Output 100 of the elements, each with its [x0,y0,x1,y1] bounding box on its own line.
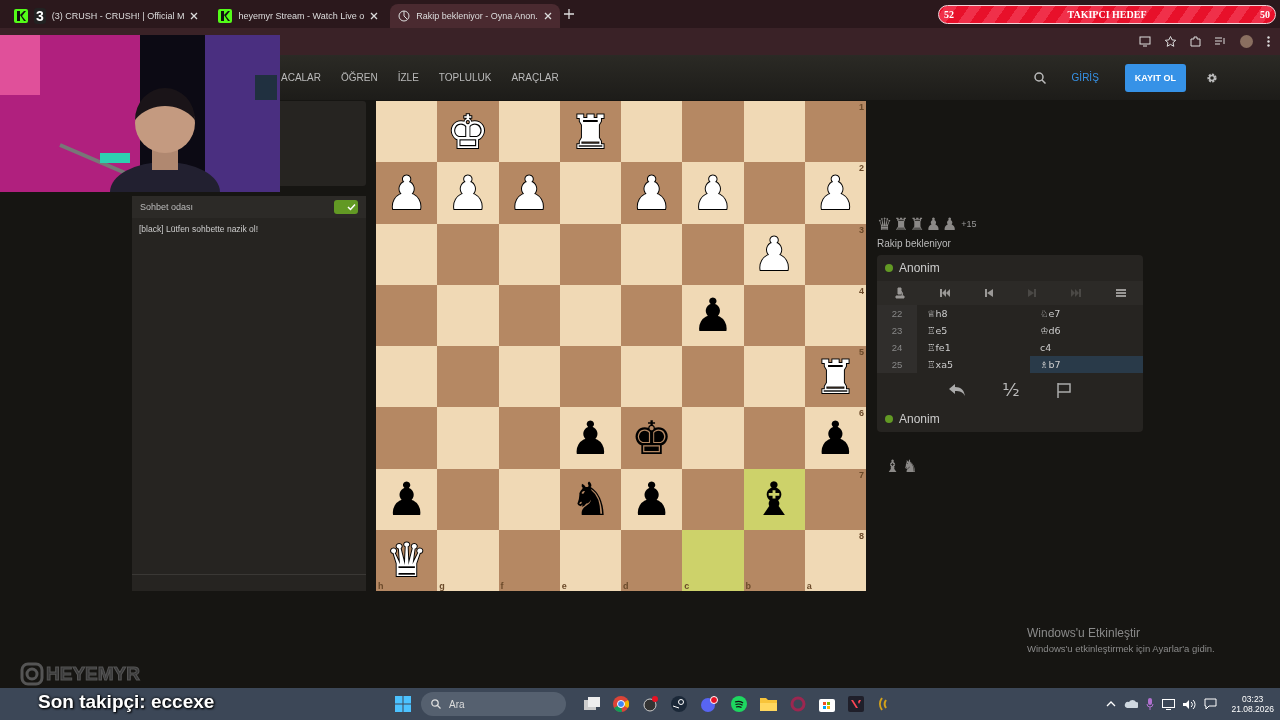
first-move-icon[interactable] [938,287,951,299]
move[interactable]: ♖xa5 [917,356,1030,373]
chess-piece[interactable]: ♚ [631,414,673,461]
chess-piece[interactable]: ♟ [814,414,856,461]
folder-icon[interactable] [760,697,777,711]
board-square[interactable] [743,101,805,163]
move[interactable]: ♘e7 [1030,305,1143,322]
task-view-icon[interactable] [584,697,600,711]
store-icon[interactable] [819,696,835,712]
move[interactable]: c4 [1030,339,1143,356]
close-icon[interactable] [370,12,379,20]
menu-icon[interactable] [1114,287,1127,299]
game-status: Rakip bekleniyor [877,238,952,249]
board-square[interactable]: c [682,529,744,591]
settings-icon[interactable] [1206,71,1218,84]
player-name[interactable]: Anonim [899,261,940,275]
board-square[interactable] [621,223,683,285]
board-square[interactable] [559,223,621,285]
board-square[interactable]: ♝ [743,468,805,530]
board-square[interactable]: ♟ [621,468,683,530]
board-square[interactable]: e [559,529,621,591]
board-square[interactable]: g [437,529,499,591]
app-icon[interactable] [642,696,658,712]
taskbar-search[interactable]: Ara [421,692,566,716]
board-square[interactable] [498,468,560,530]
chat-bubble-icon[interactable] [1204,698,1218,710]
install-app-icon[interactable] [1139,36,1151,47]
move[interactable]: ♕h8 [917,305,1030,322]
move[interactable]: ♖e5 [917,322,1030,339]
windows-start-icon[interactable] [395,696,411,712]
captured-piece: ♞ [902,456,918,476]
board-square[interactable]: ♟ [559,407,621,469]
game-app-icon[interactable] [848,696,864,712]
nav-link[interactable]: ÖĞREN [341,72,378,83]
media-control-icon[interactable] [1215,37,1226,46]
board-square[interactable]: ♚ [621,407,683,469]
board-square[interactable]: 4 [804,284,866,346]
board-square[interactable] [498,284,560,346]
chrome-icon[interactable] [613,696,629,712]
player-name[interactable]: Anonim [899,412,940,426]
board-square[interactable] [621,346,683,408]
puzzle-icon[interactable] [1190,36,1201,47]
search-icon [431,699,441,709]
search-icon[interactable] [1033,71,1046,84]
close-icon[interactable] [543,12,552,20]
board-square[interactable] [743,346,805,408]
move[interactable]: ♗b7 [1030,356,1143,373]
close-icon[interactable] [190,12,199,20]
activation-text: Windows'u etkinleştirmek için Ayarlar'a gidin. [1027,643,1215,654]
chess-piece[interactable]: ♟ [692,292,734,339]
browser-tab[interactable]: 3 (3) CRUSH - CRUSH! | Official M [6,4,207,28]
board-square[interactable]: ♞ [559,468,621,530]
board-square[interactable] [376,346,438,408]
chevron-up-icon[interactable] [1106,701,1117,707]
check-icon [347,203,356,211]
previous-move-icon[interactable] [983,287,994,299]
profile-avatar[interactable] [1240,35,1253,48]
board-square[interactable] [376,223,438,285]
spotify-icon[interactable] [731,696,747,712]
steam-icon[interactable] [671,696,687,712]
offer-draw-button[interactable]: ½ [998,377,1024,402]
chat-toggle[interactable] [334,200,358,214]
login-link[interactable]: GİRİŞ [1065,71,1105,84]
board-square[interactable] [498,223,560,285]
board-square[interactable] [376,284,438,346]
rank-label: 3 [859,224,864,235]
more-icon[interactable] [1267,36,1270,47]
chat-input[interactable] [132,574,366,591]
star-icon[interactable] [1165,36,1176,47]
nav-link[interactable]: TOPLULUK [438,72,492,83]
microscope-icon[interactable] [893,287,906,299]
move[interactable]: ♔d6 [1030,322,1143,339]
move[interactable]: ♖fe1 [917,339,1030,356]
volume-icon[interactable] [1183,698,1197,710]
new-tab-icon[interactable] [563,9,574,19]
ring-app-icon[interactable] [790,696,806,712]
nav-link[interactable]: ACALAR [281,72,321,83]
board-square[interactable] [621,284,683,346]
discord-icon[interactable] [700,696,718,712]
cloud-icon[interactable] [1124,699,1139,709]
chess-piece[interactable]: ♝ [753,476,795,523]
board-square[interactable] [498,346,560,408]
board-square[interactable] [498,101,560,163]
board-square[interactable]: ♟ [376,468,438,530]
board-square[interactable] [376,101,438,163]
nav-link[interactable]: ARAÇLAR [511,72,559,83]
chess-piece[interactable]: ♟ [631,476,673,523]
browser-tab[interactable]: Rakip bekleniyor - Oyna Anon. [390,4,560,28]
chess-piece[interactable]: ♞ [569,476,611,523]
nav-link[interactable]: İZLE [397,72,419,83]
board-square[interactable] [559,284,621,346]
browser-tab[interactable]: heyemyr Stream - Watch Live o [210,4,387,28]
board-square[interactable] [743,284,805,346]
microphone-icon[interactable] [1146,698,1155,710]
board-square[interactable] [621,101,683,163]
chess-piece[interactable]: ♟ [569,414,611,461]
board-square[interactable]: ♟ [682,284,744,346]
board-square[interactable]: 8 a [804,529,866,591]
chess-piece[interactable]: ♟ [386,476,428,523]
board-square[interactable] [559,346,621,408]
